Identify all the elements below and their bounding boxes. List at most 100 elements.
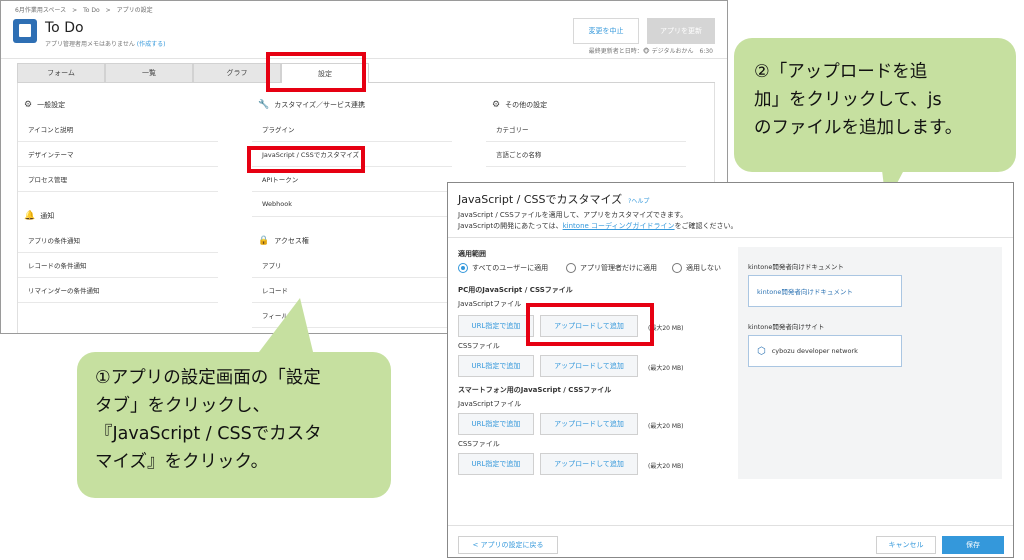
- dev-site-link[interactable]: ⬡ cybozu developer network: [748, 335, 902, 367]
- pc-css-max-size: (最大20 MB): [648, 365, 684, 372]
- pc-js-url-button[interactable]: URL指定で追加: [458, 315, 534, 337]
- tab-filler: [369, 63, 715, 83]
- gears-icon: ⚙: [492, 100, 501, 110]
- custom-title: カスタマイズ／サービス連携: [274, 101, 366, 109]
- tab-form[interactable]: フォーム: [17, 63, 105, 83]
- guideline-post: をご確認ください。: [674, 222, 738, 230]
- settings-item-record-notify[interactable]: レコードの条件通知: [18, 253, 218, 278]
- cancel-button[interactable]: キャンセル: [876, 536, 936, 554]
- settings-tabs: フォーム 一覧 グラフ 設定: [17, 63, 715, 83]
- dev-docs-link-text: kintone開発者向けドキュメント: [757, 288, 853, 296]
- bell-icon: 🔔: [24, 211, 36, 221]
- app-title: To Do: [45, 20, 84, 36]
- sp-js-upload-button[interactable]: アップロードして追加: [540, 413, 638, 435]
- back-to-settings-button[interactable]: < アプリの設定に戻る: [458, 536, 558, 554]
- radio-dot[interactable]: [672, 263, 682, 273]
- cybozu-logo-icon: ⬡: [757, 345, 766, 357]
- settings-column-other: ⚙ その他の設定 カテゴリー 言語ごとの名称: [486, 83, 686, 167]
- callout-step1: ①アプリの設定画面の「設定 タブ」をクリックし、 『JavaScript / C…: [77, 352, 391, 498]
- highlight-upload-button: [526, 303, 654, 346]
- sp-js-url-button[interactable]: URL指定で追加: [458, 413, 534, 435]
- settings-item-access-record[interactable]: レコード: [252, 278, 452, 303]
- callout-step2: ②「アップロードを追 加」をクリックして、js のファイルを追加します。: [734, 38, 1016, 172]
- general-settings-heading: ⚙ 一般設定: [18, 93, 218, 117]
- callout-step2-text: ②「アップロードを追 加」をクリックして、js のファイルを追加します。: [754, 62, 963, 138]
- notification-title: 通知: [40, 212, 55, 220]
- settings-item-reminder-notify[interactable]: リマインダーの条件通知: [18, 278, 218, 303]
- settings-item-language-names[interactable]: 言語ごとの名称: [486, 142, 686, 167]
- breadcrumb[interactable]: 6月作業用スペース > To Do > アプリの設定: [15, 5, 153, 14]
- pc-css-upload-button[interactable]: アップロードして追加: [540, 355, 638, 377]
- settings-item-plugin[interactable]: プラグイン: [252, 117, 452, 142]
- memo-text: アプリ管理者用メモはありません: [45, 41, 135, 48]
- sp-css-max-size: (最大20 MB): [648, 463, 684, 470]
- radio-admins-only[interactable]: アプリ管理者だけに適用: [566, 263, 657, 273]
- app-header: 6月作業用スペース > To Do > アプリの設定 To Do アプリ管理者用…: [1, 1, 727, 59]
- notification-heading: 🔔 通知: [18, 204, 218, 228]
- divider: [448, 237, 1013, 238]
- memo-create-link[interactable]: (作成する): [137, 41, 166, 48]
- dialog-description: JavaScript / CSSファイルを適用して、アプリをカスタマイズできます…: [458, 211, 688, 219]
- pc-files-title: PC用のJavaScript / CSSファイル: [458, 286, 573, 294]
- developer-resources-panel: kintone開発者向けドキュメント kintone開発者向けドキュメント ki…: [738, 247, 1002, 479]
- radio-all-users-label: すべてのユーザーに適用: [472, 264, 549, 272]
- dialog-title: JavaScript / CSSでカスタマイズ ?ヘルプ: [458, 191, 649, 207]
- app-memo: アプリ管理者用メモはありません (作成する): [45, 39, 165, 48]
- pc-js-label: JavaScriptファイル: [458, 300, 522, 308]
- settings-item-access-app[interactable]: アプリ: [252, 253, 452, 278]
- dev-site-label: kintone開発者向けサイト: [748, 323, 825, 331]
- coding-guideline-link[interactable]: kintone コーディングガイドライン: [563, 222, 675, 230]
- dev-docs-link[interactable]: kintone開発者向けドキュメント: [748, 275, 902, 307]
- access-title: アクセス権: [274, 237, 309, 245]
- settings-item-process[interactable]: プロセス管理: [18, 167, 218, 192]
- radio-dot[interactable]: [458, 263, 468, 273]
- highlight-settings-tab: [266, 52, 366, 92]
- settings-item-icon-description[interactable]: アイコンと説明: [18, 117, 218, 142]
- highlight-js-css-item: [247, 146, 365, 173]
- pc-css-url-button[interactable]: URL指定で追加: [458, 355, 534, 377]
- sp-js-label: JavaScriptファイル: [458, 400, 522, 408]
- sp-files-title: スマートフォン用のJavaScript / CSSファイル: [458, 386, 612, 394]
- cancel-change-button[interactable]: 変更を中止: [573, 18, 639, 44]
- last-updater: 最終更新者と日時：🐵 デジタルおかん 6:30: [588, 48, 713, 55]
- dialog-guideline-note: JavaScriptの開発にあたっては、kintone コーディングガイドライン…: [458, 221, 738, 231]
- settings-column-general: ⚙ 一般設定 アイコンと説明 デザインテーマ プロセス管理 🔔 通知 アプリの条…: [18, 83, 218, 303]
- other-title: その他の設定: [505, 101, 548, 109]
- dialog-title-text: JavaScript / CSSでカスタマイズ: [458, 193, 623, 206]
- settings-column-custom: 🔧 カスタマイズ／サービス連携 プラグイン JavaScript / CSSでカ…: [252, 83, 452, 328]
- pc-css-label: CSSファイル: [458, 342, 500, 350]
- custom-heading: 🔧 カスタマイズ／サービス連携: [252, 93, 452, 117]
- save-button[interactable]: 保存: [942, 536, 1004, 554]
- settings-item-design-theme[interactable]: デザインテーマ: [18, 142, 218, 167]
- tab-list[interactable]: 一覧: [105, 63, 193, 83]
- settings-item-app-notify[interactable]: アプリの条件通知: [18, 228, 218, 253]
- access-heading: 🔒 アクセス権: [252, 229, 452, 253]
- settings-item-webhook[interactable]: Webhook: [252, 192, 452, 217]
- settings-item-category[interactable]: カテゴリー: [486, 117, 686, 142]
- dev-docs-label: kintone開発者向けドキュメント: [748, 263, 844, 271]
- radio-disabled-label: 適用しない: [686, 264, 721, 272]
- update-app-button[interactable]: アプリを更新: [647, 18, 715, 44]
- app-icon: [13, 19, 37, 43]
- js-css-dialog: JavaScript / CSSでカスタマイズ ?ヘルプ JavaScript /…: [447, 182, 1014, 558]
- radio-all-users[interactable]: すべてのユーザーに適用: [458, 263, 548, 273]
- dev-site-link-text: cybozu developer network: [771, 347, 858, 355]
- radio-dot[interactable]: [566, 263, 576, 273]
- radio-disabled[interactable]: 適用しない: [672, 263, 721, 273]
- guideline-pre: JavaScriptの開発にあたっては、: [458, 222, 563, 230]
- sp-js-max-size: (最大20 MB): [648, 423, 684, 430]
- help-link[interactable]: ?ヘルプ: [628, 198, 649, 205]
- settings-item-access-field[interactable]: フィールド: [252, 303, 452, 328]
- other-heading: ⚙ その他の設定: [486, 93, 686, 117]
- gear-icon: ⚙: [24, 100, 33, 110]
- sp-css-url-button[interactable]: URL指定で追加: [458, 453, 534, 475]
- sp-css-label: CSSファイル: [458, 440, 500, 448]
- sp-css-upload-button[interactable]: アップロードして追加: [540, 453, 638, 475]
- scope-label: 適用範囲: [458, 250, 486, 258]
- wrench-icon: 🔧: [258, 100, 270, 110]
- general-settings-title: 一般設定: [37, 101, 66, 109]
- radio-admins-only-label: アプリ管理者だけに適用: [580, 264, 657, 272]
- callout-step1-text: ①アプリの設定画面の「設定 タブ」をクリックし、 『JavaScript / C…: [95, 368, 322, 472]
- lock-icon: 🔒: [258, 236, 270, 246]
